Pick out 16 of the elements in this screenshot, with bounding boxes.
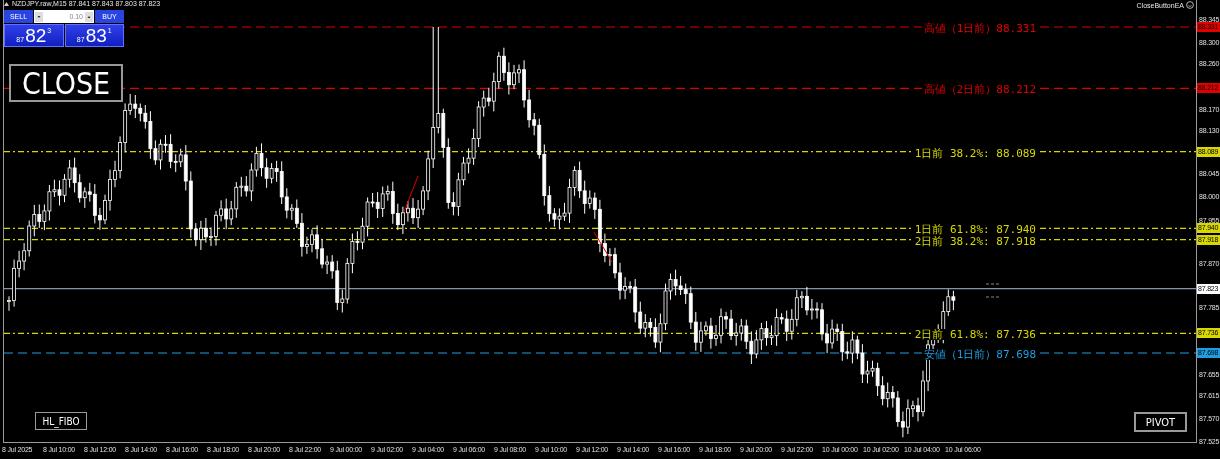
close-button[interactable]: CLOSE <box>9 64 123 102</box>
triangle-icon <box>4 1 9 6</box>
level-label: 高値（2日前）88.212 <box>921 84 1038 96</box>
level-label: 安値（1日前）87.698 <box>921 349 1038 360</box>
level-label: 2日前 38.2%: 87.918 <box>912 235 1038 247</box>
decrease-icon[interactable] <box>35 11 43 22</box>
level-label: 1日前 61.8%: 87.940 <box>912 224 1038 236</box>
level-label: 1日前 38.2%: 88.089 <box>912 147 1038 159</box>
fibo-button[interactable]: HL_FIBO <box>35 412 87 430</box>
increase-icon[interactable] <box>85 11 93 22</box>
trend-line <box>403 175 419 213</box>
dash-marker-icon <box>985 283 1000 298</box>
pivot-button[interactable]: PIVOT <box>1134 412 1187 432</box>
smiley-icon <box>1186 1 1194 9</box>
trend-line <box>593 231 613 263</box>
level-label: 高値（1日前）88.331 <box>921 23 1038 34</box>
